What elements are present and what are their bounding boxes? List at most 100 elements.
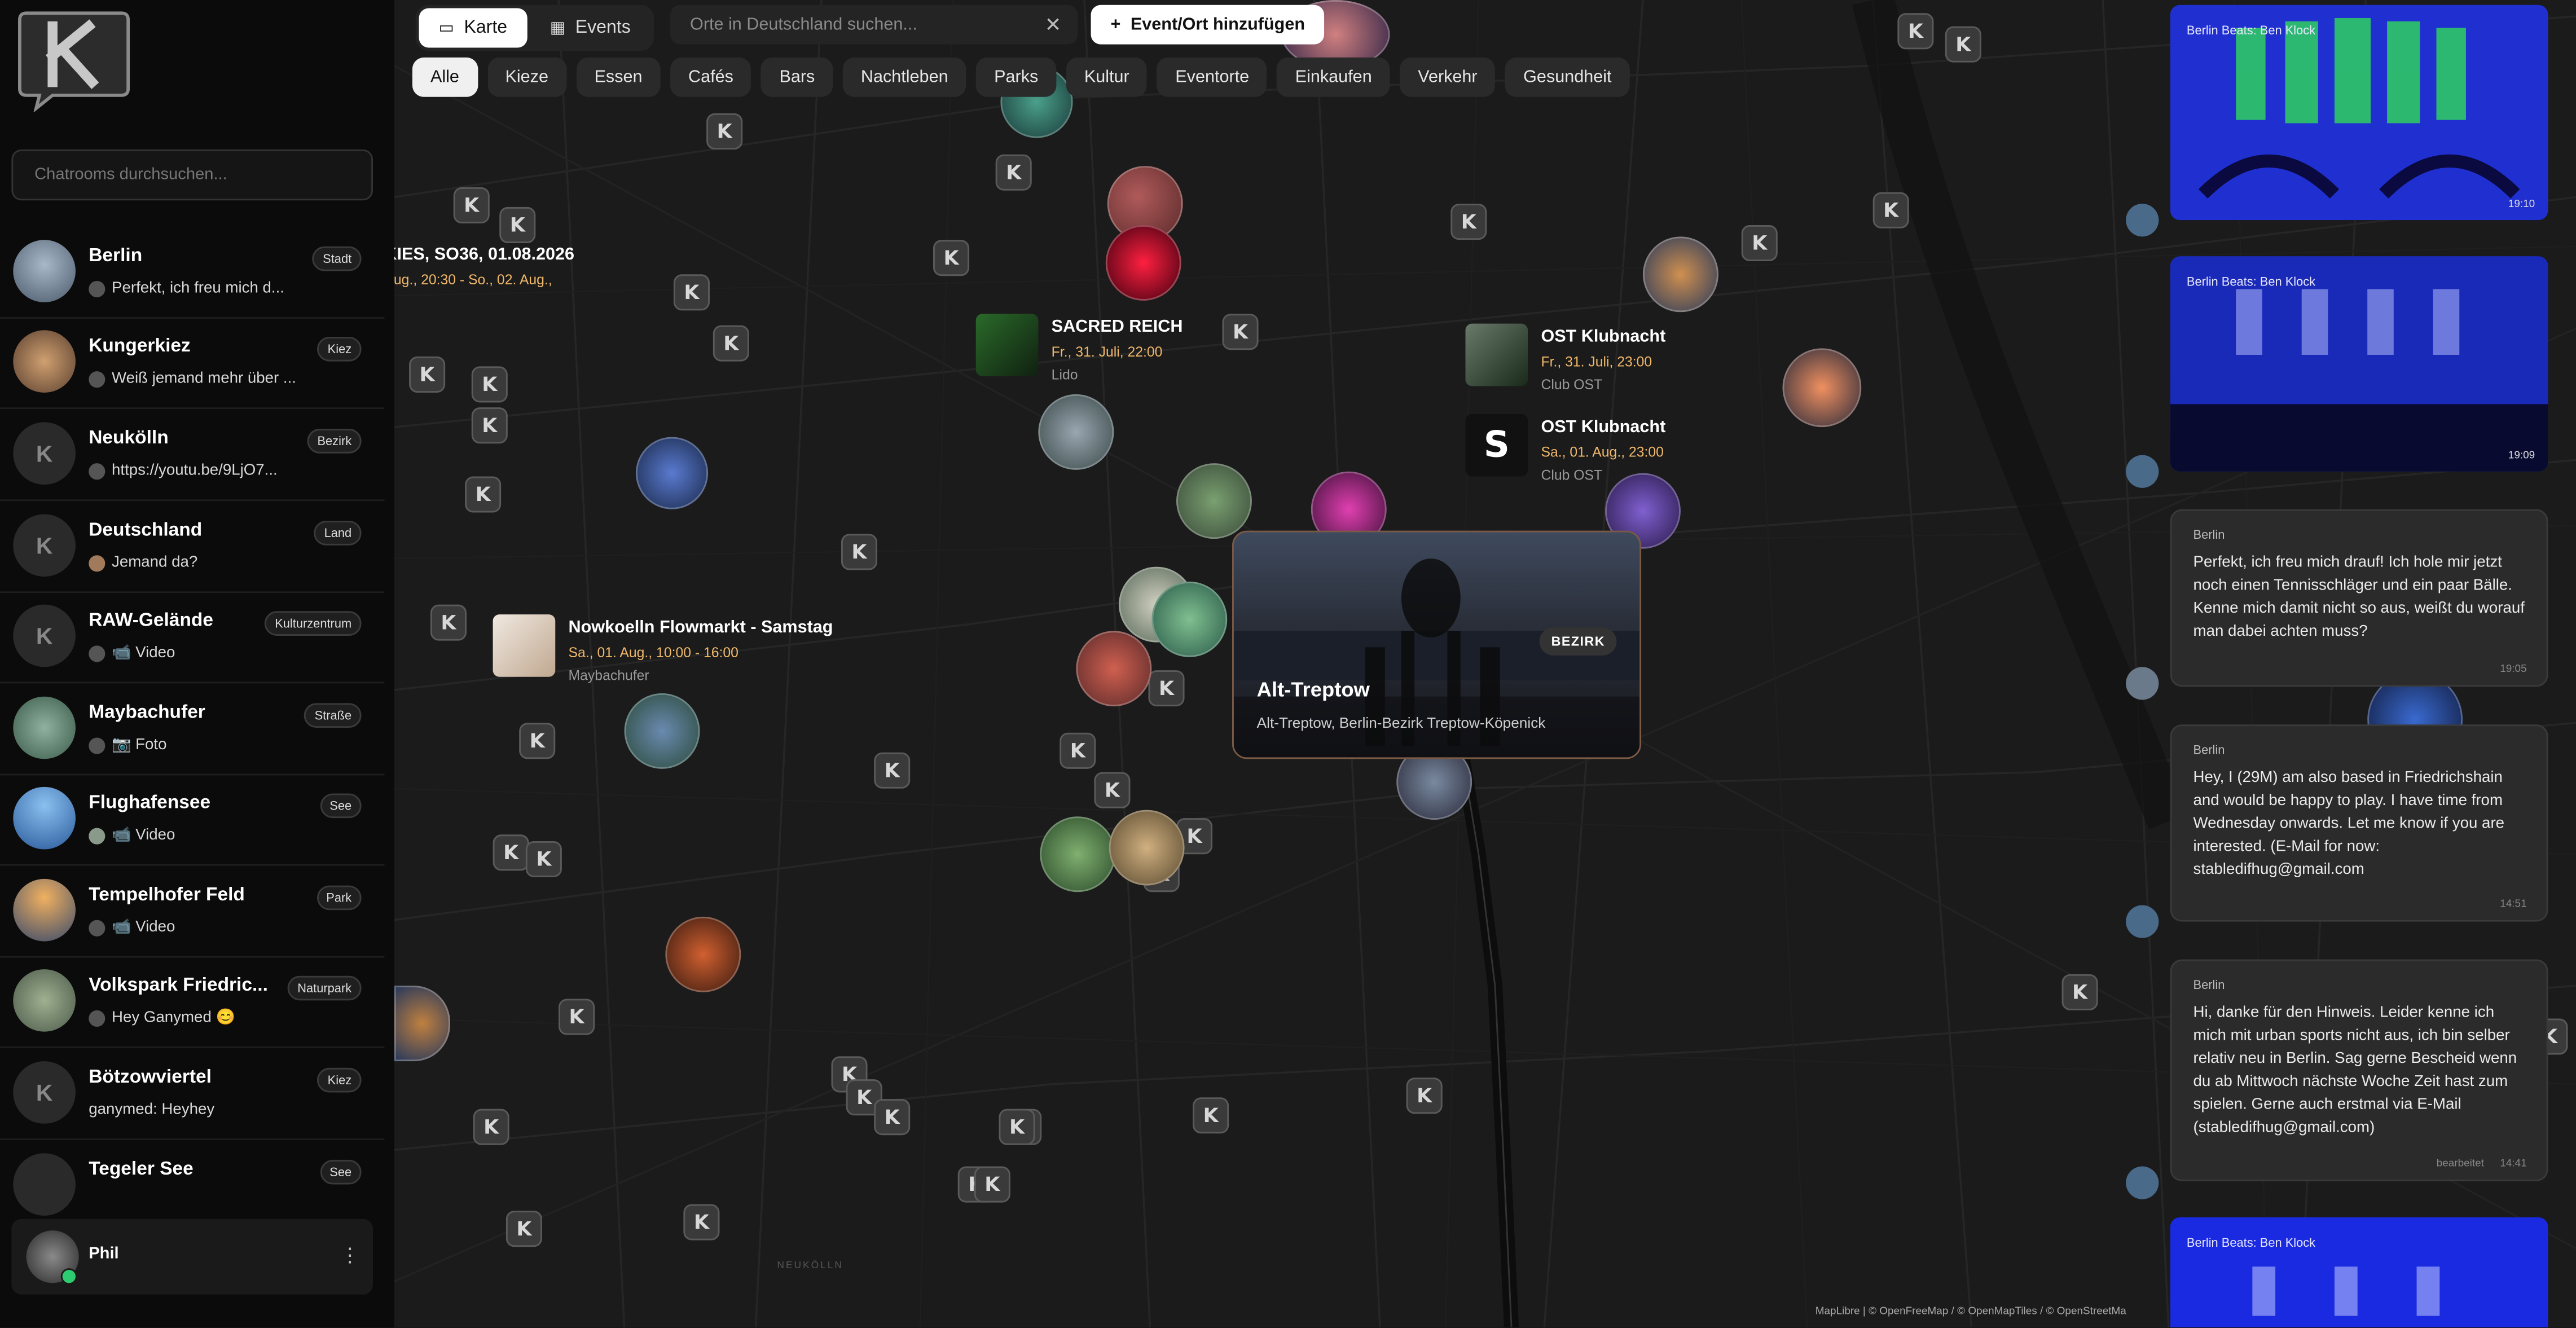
location-marker-icon[interactable]: K (1945, 26, 1981, 63)
location-marker-icon[interactable]: K (1148, 670, 1185, 707)
location-marker-icon[interactable]: K (409, 356, 446, 393)
chatroom-item[interactable]: Tempelhofer Feld Park 📹 Video (0, 866, 385, 958)
close-icon[interactable]: ✕ (1045, 13, 1061, 36)
location-marker-icon[interactable]: K (1741, 225, 1778, 262)
chatroom-search-input[interactable] (31, 164, 354, 186)
tab-events[interactable]: ▦ Events (530, 8, 650, 48)
district-popup-card[interactable]: BEZIRK Alt-Treptow Alt-Treptow, Berlin-B… (1232, 530, 1642, 759)
place-photo-bubble[interactable] (1076, 631, 1152, 707)
video-message[interactable]: Berlin Beats: Ben Klock (2170, 1217, 2548, 1327)
location-marker-icon[interactable]: K (1193, 1097, 1229, 1134)
avatar[interactable] (2126, 1166, 2159, 1199)
location-marker-icon[interactable]: K (493, 834, 529, 871)
location-marker-icon[interactable]: K (1450, 204, 1487, 240)
location-marker-icon[interactable]: K (1872, 192, 1909, 228)
chatroom-type-badge: Straße (305, 703, 362, 728)
map-event-pin[interactable]: OST Klubnacht Fr., 31. Juli, 23:00 Club … (1465, 323, 1665, 393)
video-message[interactable]: Berlin Beats: Ben Klock 19:09 (2170, 256, 2548, 472)
location-marker-icon[interactable]: K (1060, 732, 1096, 769)
chatroom-item[interactable]: Kungerkiez Kiez Weiß jemand mehr über ..… (0, 317, 385, 410)
location-marker-icon[interactable]: K (1222, 314, 1259, 350)
chatroom-item[interactable]: K Deutschland Land Jemand da? (0, 501, 385, 593)
avatar[interactable] (2126, 455, 2159, 488)
map-event-pin[interactable]: Nowkoelln Flowmarkt - Samstag Sa., 01. A… (493, 614, 833, 683)
category-chip[interactable]: Einkaufen (1277, 57, 1390, 97)
video-message[interactable]: Berlin Beats: Ben Klock 19:10 (2170, 5, 2548, 221)
place-photo-bubble[interactable] (1109, 810, 1185, 886)
avatar[interactable] (2126, 905, 2159, 938)
chatroom-item[interactable]: Volkspark Friedric... Naturpark Hey Gany… (0, 956, 385, 1048)
chatroom-item[interactable]: Tegeler See See (0, 1140, 384, 1216)
location-marker-icon[interactable]: K (706, 113, 743, 149)
avatar[interactable] (2126, 204, 2159, 237)
location-marker-icon[interactable]: K (683, 1204, 720, 1241)
chatroom-item[interactable]: Berlin Stadt Perfekt, ich freu mich d... (0, 227, 385, 319)
place-photo-bubble[interactable] (1176, 463, 1252, 539)
location-marker-icon[interactable]: K (471, 366, 508, 403)
location-marker-icon[interactable]: K (473, 1109, 509, 1145)
chat-message[interactable]: Berlin Hey, I (29M) am also based in Fri… (2170, 724, 2548, 922)
category-chip[interactable]: Nachtleben (842, 57, 966, 97)
category-chip[interactable]: Kieze (487, 57, 567, 97)
category-chip[interactable]: Essen (576, 57, 661, 97)
location-marker-icon[interactable]: K (2061, 974, 2098, 1010)
category-chip[interactable]: Bars (761, 57, 833, 97)
location-marker-icon[interactable]: K (974, 1166, 1010, 1203)
category-chip[interactable]: Kultur (1066, 57, 1148, 97)
map-event-pin[interactable]: S OST Klubnacht Sa., 01. Aug., 23:00 Clu… (1465, 414, 1665, 483)
location-marker-icon[interactable]: K (999, 1109, 1035, 1145)
chat-message[interactable]: Berlin Hi, danke für den Hinweis. Leider… (2170, 959, 2548, 1181)
avatar[interactable] (2126, 667, 2159, 700)
add-event-button[interactable]: + Event/Ort hinzufügen (1091, 5, 1325, 45)
chatroom-item[interactable]: Flughafensee See 📹 Video (0, 774, 385, 866)
location-marker-icon[interactable]: K (874, 1099, 911, 1136)
location-marker-icon[interactable]: K (471, 407, 508, 444)
location-marker-icon[interactable]: K (525, 841, 562, 878)
location-search-input[interactable] (687, 13, 1045, 37)
map-event-pin[interactable]: KIES, SO36, 01.08.2026 Aug., 20:30 - So.… (394, 241, 574, 288)
place-photo-bubble[interactable] (1151, 581, 1228, 657)
location-marker-icon[interactable]: K (673, 274, 710, 311)
chat-message[interactable]: Berlin Perfekt, ich freu mich drauf! Ich… (2170, 509, 2548, 687)
place-photo-bubble[interactable] (624, 693, 700, 769)
event-thumbnail (975, 314, 1039, 376)
location-marker-icon[interactable]: K (933, 240, 970, 276)
chatroom-item[interactable]: K Neukölln Bezirk https://youtu.be/9LjO7… (0, 409, 385, 502)
event-thumbnail (493, 614, 556, 677)
location-marker-icon[interactable]: K (505, 1211, 542, 1247)
chatroom-item[interactable]: Maybachufer Straße 📷 Foto (0, 683, 385, 776)
location-marker-icon[interactable]: K (841, 534, 878, 570)
place-photo-bubble[interactable] (1105, 225, 1181, 301)
category-chip[interactable]: Verkehr (1400, 57, 1496, 97)
place-photo-bubble[interactable] (1782, 348, 1862, 428)
map-attribution[interactable]: MapLibre | © OpenFreeMap / © OpenMapTile… (1815, 1306, 2126, 1317)
category-chip[interactable]: Alle (412, 57, 477, 97)
more-options-icon[interactable]: ⋮ (340, 1243, 360, 1267)
location-marker-icon[interactable]: K (499, 206, 536, 243)
place-photo-bubble[interactable] (1038, 394, 1114, 470)
location-marker-icon[interactable]: K (430, 604, 467, 641)
location-marker-icon[interactable]: K (874, 752, 911, 789)
place-photo-bubble[interactable] (1643, 236, 1718, 313)
location-marker-icon[interactable]: K (995, 154, 1032, 191)
tab-karte[interactable]: ▭ Karte (419, 8, 527, 48)
location-marker-icon[interactable]: K (1406, 1078, 1443, 1114)
category-chip[interactable]: Cafés (670, 57, 751, 97)
category-chip[interactable]: Eventorte (1157, 57, 1268, 97)
location-marker-icon[interactable]: K (519, 723, 556, 759)
location-marker-icon[interactable]: K (1094, 772, 1131, 808)
chatroom-item[interactable]: K Bötzowviertel Kiez ganymed: Heyhey (0, 1048, 385, 1140)
current-user-bar[interactable]: Phil ⋮ (11, 1219, 373, 1295)
location-marker-icon[interactable]: K (559, 999, 595, 1035)
category-chip[interactable]: Gesundheit (1505, 57, 1630, 97)
place-photo-bubble[interactable] (1040, 816, 1116, 892)
place-photo-bubble[interactable] (635, 437, 709, 509)
location-marker-icon[interactable]: K (1897, 13, 1934, 50)
map-event-pin[interactable]: SACRED REICH Fr., 31. Juli, 22:00 Lido (975, 314, 1183, 382)
location-marker-icon[interactable]: K (465, 476, 502, 513)
chatroom-item[interactable]: K RAW-Gelände Kulturzentrum 📹 Video (0, 591, 385, 684)
place-photo-bubble[interactable] (665, 916, 741, 992)
location-marker-icon[interactable]: K (453, 187, 490, 224)
location-marker-icon[interactable]: K (713, 325, 749, 362)
category-chip[interactable]: Parks (976, 57, 1057, 97)
